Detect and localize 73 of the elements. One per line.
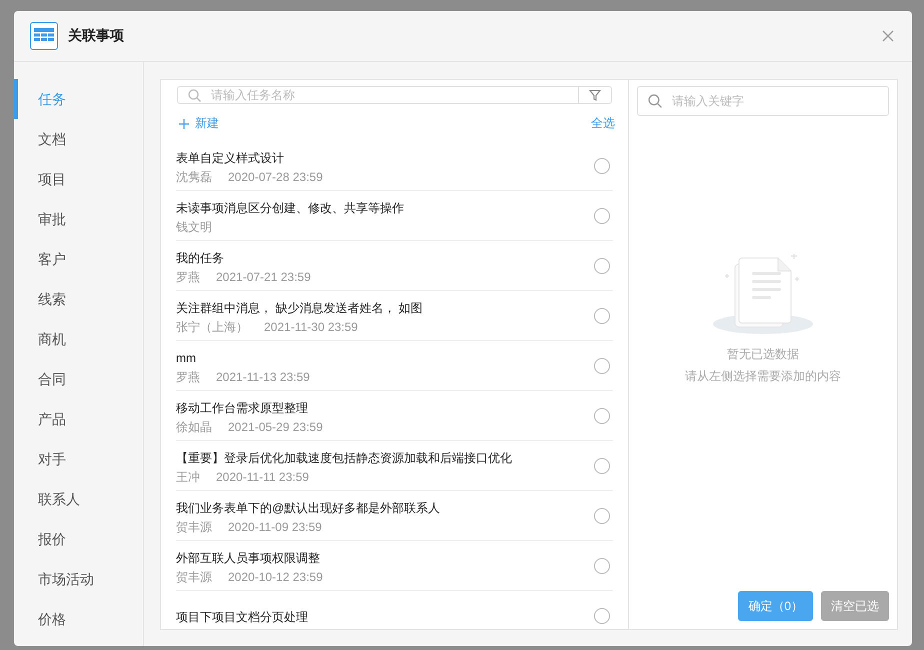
sidebar-item[interactable]: 对手 [14, 439, 143, 479]
plus-icon [179, 118, 189, 128]
search-icon [188, 88, 201, 102]
task-owner: 钱文明 [176, 218, 212, 236]
radio-button[interactable] [594, 608, 610, 624]
task-title: 外部互联人员事项权限调整 [176, 550, 321, 566]
task-item[interactable]: 未读事项消息区分创建、修改、共享等操作 钱文明 [176, 191, 613, 241]
task-item[interactable]: 外部互联人员事项权限调整 贺丰源 2020-10-12 23:59 [176, 541, 613, 591]
task-title: 我们业务表单下的@默认出现好多都是外部联系人 [176, 500, 442, 516]
task-item[interactable]: 【重要】登录后优化加载速度包括静态资源加载和后端接口优化 王冲 2020-11-11 23:59 [176, 441, 613, 491]
sidebar-item[interactable]: 产品 [14, 399, 143, 439]
radio-button[interactable] [594, 508, 610, 524]
empty-title: 暂无已选数据 [727, 346, 799, 363]
radio-button[interactable] [594, 458, 610, 474]
sidebar-item[interactable]: 审批 [14, 199, 143, 239]
task-title: 表单自定义样式设计 [176, 150, 285, 166]
search-icon [648, 94, 662, 108]
task-owner: 徐如晶 [176, 418, 212, 436]
task-due-date: 2020-11-09 23:59 [228, 518, 322, 536]
task-owner: 贺丰源 [176, 568, 212, 586]
radio-button[interactable] [594, 258, 610, 274]
sidebar-item[interactable]: 价格 [14, 599, 143, 639]
table-icon [30, 22, 58, 50]
search-field[interactable]: 请输入任务名称 [177, 86, 612, 104]
task-item[interactable]: mm 罗燕 2021-11-13 23:59 [176, 341, 613, 391]
task-due-date: 2020-11-11 23:59 [216, 468, 309, 486]
sidebar-item[interactable]: 商机 [14, 319, 143, 359]
task-owner: 罗燕 [176, 268, 200, 286]
task-item[interactable]: 表单自定义样式设计 沈隽磊 2020-07-28 23:59 [176, 141, 613, 191]
task-title: 【重要】登录后优化加载速度包括静态资源加载和后端接口优化 [176, 450, 513, 466]
task-title: mm [176, 350, 197, 366]
radio-button[interactable] [594, 408, 610, 424]
empty-hint: 请从左侧选择需要添加的内容 [685, 368, 841, 385]
task-owner: 贺丰源 [176, 518, 212, 536]
task-item[interactable]: 我的任务 罗燕 2021-07-21 23:59 [176, 241, 613, 291]
task-owner: 张宁（上海） [176, 318, 248, 336]
sidebar-item[interactable]: 合同 [14, 359, 143, 399]
task-item[interactable]: 关注群组中消息， 缺少消息发送者姓名， 如图 张宁（上海） 2021-11-30 23:59 [176, 291, 613, 341]
task-due-date: 2021-11-13 23:59 [216, 368, 310, 386]
radio-button[interactable] [594, 208, 610, 224]
task-item[interactable]: 项目下项目文档分页处理 [176, 591, 613, 629]
search-input[interactable]: 请输入关键字 [670, 93, 888, 109]
close-icon[interactable] [882, 30, 894, 42]
task-owner: 沈隽磊 [176, 168, 212, 186]
radio-button[interactable] [594, 358, 610, 374]
task-title: 未读事项消息区分创建、修改、共享等操作 [176, 200, 405, 216]
task-title: 移动工作台需求原型整理 [176, 400, 309, 416]
sidebar-item[interactable]: 项目 [14, 159, 143, 199]
task-title: 项目下项目文档分页处理 [176, 608, 309, 626]
filter-icon[interactable] [589, 89, 601, 101]
radio-button[interactable] [594, 308, 610, 324]
task-due-date: 2021-07-21 23:59 [216, 268, 311, 286]
sidebar-item[interactable]: 客户 [14, 239, 143, 279]
task-owner: 王冲 [176, 468, 200, 486]
sidebar-item[interactable]: 市场活动 [14, 559, 143, 599]
radio-button[interactable] [594, 558, 610, 574]
task-title: 关注群组中消息， 缺少消息发送者姓名， 如图 [176, 300, 424, 316]
task-due-date: 2021-05-29 23:59 [228, 418, 323, 436]
task-owner: 罗燕 [176, 368, 200, 386]
sidebar-item[interactable]: 线索 [14, 279, 143, 319]
task-item[interactable]: 移动工作台需求原型整理 徐如晶 2021-05-29 23:59 [176, 391, 613, 441]
search-input[interactable]: 请输入任务名称 [209, 87, 578, 103]
task-due-date: 2020-07-28 23:59 [228, 168, 323, 186]
task-due-date: 2021-11-30 23:59 [264, 318, 358, 336]
task-title: 我的任务 [176, 250, 225, 266]
task-item[interactable]: 我们业务表单下的@默认出现好多都是外部联系人 贺丰源 2020-11-09 23:59 [176, 491, 613, 541]
dialog-title: 关联事项 [68, 27, 125, 45]
radio-button[interactable] [594, 158, 610, 174]
sidebar-item[interactable]: 联系人 [14, 479, 143, 519]
search-field[interactable]: 请输入关键字 [637, 86, 889, 116]
sidebar-item[interactable]: 文档 [14, 119, 143, 159]
sidebar-item[interactable]: 报价 [14, 519, 143, 559]
task-due-date: 2020-10-12 23:59 [228, 568, 323, 586]
